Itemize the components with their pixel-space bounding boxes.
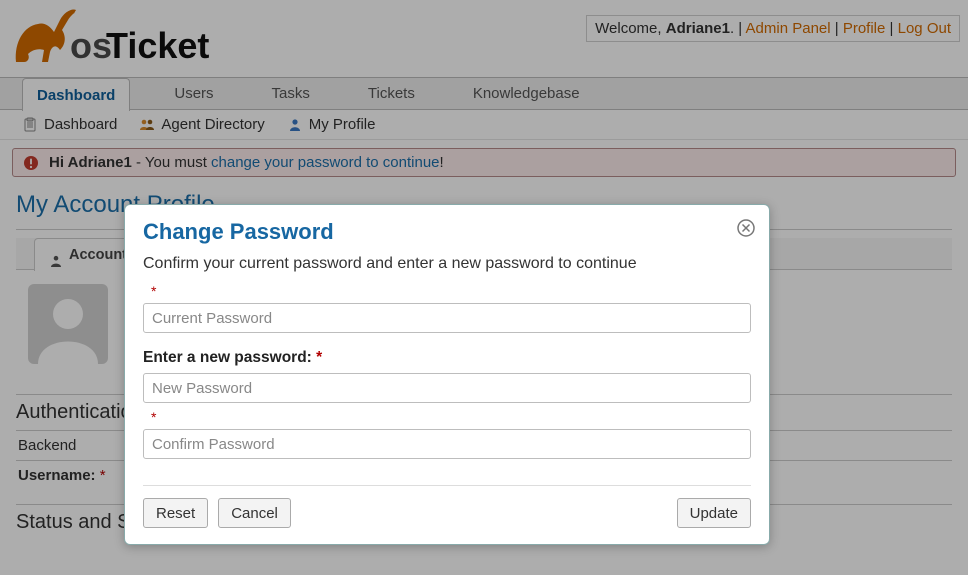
close-icon: [737, 219, 755, 237]
current-password-input[interactable]: [143, 303, 751, 333]
new-password-input[interactable]: [143, 373, 751, 403]
required-asterisk: *: [151, 409, 751, 425]
confirm-password-input[interactable]: [143, 429, 751, 459]
modal-footer: Reset Cancel Update: [143, 485, 751, 528]
modal-title: Change Password: [143, 219, 751, 245]
modal-close-button[interactable]: [737, 219, 755, 237]
new-password-label-text: Enter a new password:: [143, 349, 312, 366]
required-asterisk: *: [316, 349, 322, 366]
new-password-label: Enter a new password: *: [143, 349, 751, 367]
change-password-modal: Change Password Confirm your current pas…: [124, 204, 770, 545]
modal-description: Confirm your current password and enter …: [143, 255, 751, 273]
required-asterisk: *: [151, 283, 751, 299]
update-button[interactable]: Update: [677, 498, 751, 528]
cancel-button[interactable]: Cancel: [218, 498, 291, 528]
reset-button[interactable]: Reset: [143, 498, 208, 528]
